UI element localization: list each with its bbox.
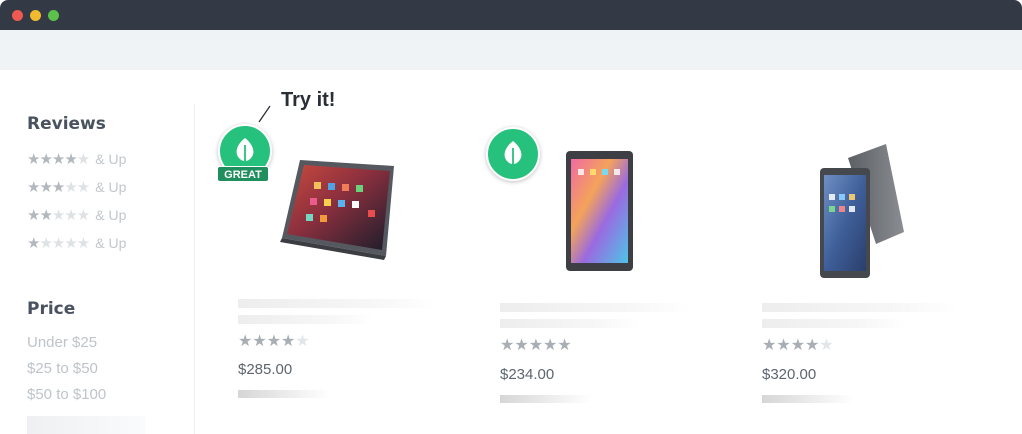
leaf-badge[interactable] xyxy=(486,127,540,181)
review-filter-label: & Up xyxy=(95,207,127,223)
title-bar xyxy=(0,0,1022,30)
product-price: $285.00 xyxy=(238,361,293,378)
star-rating-icon: ★★★★★ xyxy=(27,150,90,168)
product-title-placeholder xyxy=(500,319,640,328)
star-rating-icon: ★★★★★ xyxy=(27,206,90,224)
sidebar-divider xyxy=(194,104,195,434)
product-title-placeholder xyxy=(762,319,907,328)
review-filter-1-star[interactable]: ★★★★★ & Up xyxy=(27,234,126,252)
product-title-placeholder xyxy=(762,303,957,312)
minimize-window-icon[interactable] xyxy=(30,10,41,21)
review-filter-label: & Up xyxy=(95,151,127,167)
product-meta-placeholder xyxy=(238,390,330,398)
browser-window: Reviews ★★★★★ & Up ★★★★★ & Up ★★★★★ & Up ★★… xyxy=(0,0,1022,434)
reviews-heading: Reviews xyxy=(27,114,106,134)
product-title-placeholder xyxy=(500,303,690,312)
review-filter-2-stars[interactable]: ★★★★★ & Up xyxy=(27,206,126,224)
great-rating-tag: GREAT xyxy=(217,166,269,182)
price-heading: Price xyxy=(27,299,76,319)
review-filter-label: & Up xyxy=(95,179,127,195)
close-window-icon[interactable] xyxy=(12,10,23,21)
maximize-window-icon[interactable] xyxy=(48,10,59,21)
product-meta-placeholder xyxy=(762,395,854,403)
review-filter-4-stars[interactable]: ★★★★★ & Up xyxy=(27,150,126,168)
product-meta-placeholder xyxy=(500,395,592,403)
price-filter-placeholder xyxy=(27,416,145,434)
product-image-tablet-landscape[interactable] xyxy=(274,152,402,264)
star-rating-icon: ★★★★★ xyxy=(27,234,90,252)
product-image-tablet-with-stand[interactable] xyxy=(818,144,906,280)
product-title-placeholder xyxy=(238,299,438,308)
try-it-callout: Try it! xyxy=(281,89,336,111)
leaf-icon xyxy=(236,138,254,164)
product-rating-stars: ★★★★★ xyxy=(762,335,834,354)
price-filter-under-25[interactable]: Under $25 xyxy=(27,334,97,351)
review-filter-3-stars[interactable]: ★★★★★ & Up xyxy=(27,178,126,196)
product-title-placeholder xyxy=(238,315,373,324)
browser-toolbar xyxy=(0,30,1022,70)
product-rating-stars: ★★★★★ xyxy=(238,331,310,350)
product-image-tablet-portrait[interactable] xyxy=(566,151,634,272)
product-rating-stars: ★★★★★ xyxy=(500,335,572,354)
price-filter-50-to-100[interactable]: $50 to $100 xyxy=(27,386,106,403)
product-price: $320.00 xyxy=(762,366,817,383)
callout-pointer-line xyxy=(258,105,271,123)
star-rating-icon: ★★★★★ xyxy=(27,178,90,196)
leaf-icon xyxy=(504,141,522,167)
product-price: $234.00 xyxy=(500,366,555,383)
price-filter-25-to-50[interactable]: $25 to $50 xyxy=(27,360,98,377)
review-filter-label: & Up xyxy=(95,235,127,251)
